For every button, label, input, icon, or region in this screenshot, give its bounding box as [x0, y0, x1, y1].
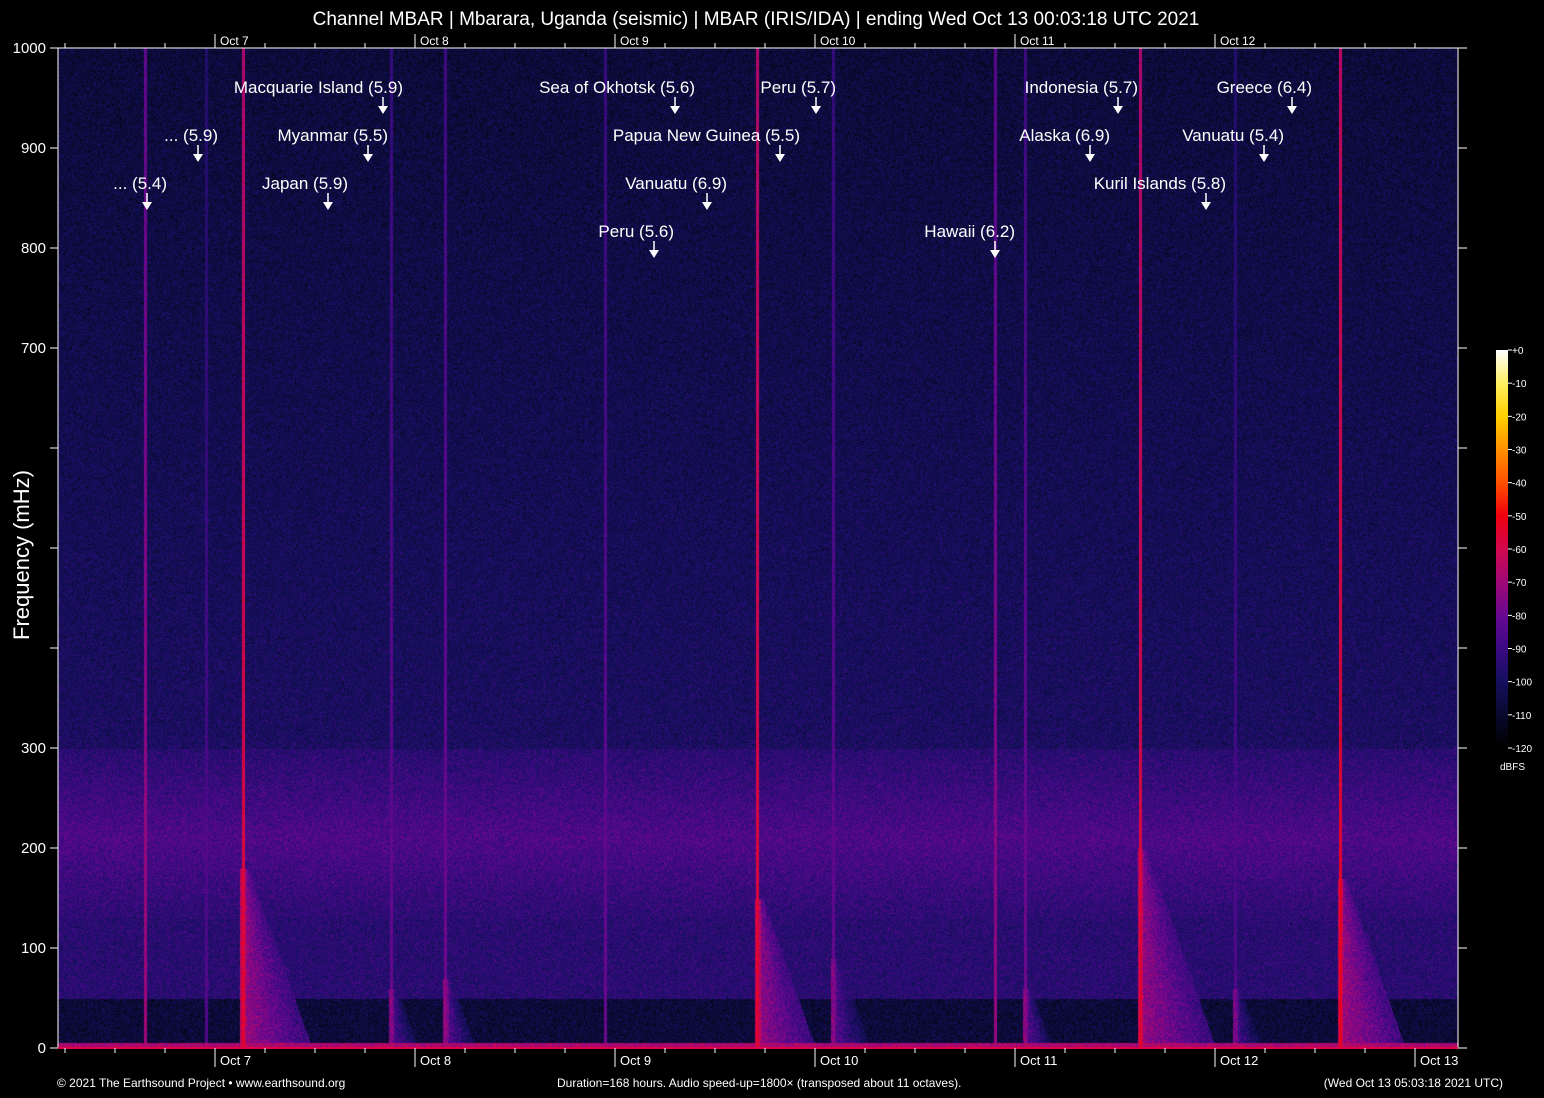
colorbar-label: +0: [1512, 346, 1524, 357]
event-arrow-icon: [1287, 106, 1297, 114]
x-top-tick-label: Oct 10: [820, 34, 856, 48]
x-top-tick-label: Oct 11: [1020, 34, 1055, 48]
event-arrow-icon: [1201, 202, 1211, 210]
colorbar-label: -70: [1512, 578, 1527, 589]
event-label: Alaska (6.9): [1019, 126, 1110, 145]
y-tick-label: 300: [21, 740, 46, 757]
y-tick-label: 200: [21, 840, 46, 857]
y-tick-label: 100: [21, 940, 46, 957]
event-label: Macquarie Island (5.9): [234, 78, 403, 97]
event-arrow-icon: [363, 154, 373, 162]
event-arrow-icon: [811, 106, 821, 114]
footer-timestamp: (Wed Oct 13 05:03:18 2021 UTC): [1323, 1076, 1503, 1090]
event-arrow-icon: [193, 154, 203, 162]
footer-duration: Duration=168 hours. Audio speed-up=1800×…: [557, 1076, 962, 1090]
event-label: Japan (5.9): [262, 174, 348, 193]
event-arrow-icon: [1113, 106, 1123, 114]
x-top-tick-label: Oct 8: [420, 34, 449, 48]
event-arrow-icon: [378, 106, 388, 114]
colorbar-label: -80: [1512, 611, 1527, 622]
x-tick-label: Oct 10: [820, 1053, 858, 1068]
chart-axes: 0 100 200 300 700 800 900 1000 Oct 7 Oct 8 Oct 9 Oc…: [13, 34, 1532, 1068]
x-tick-label: Oct 9: [620, 1053, 651, 1068]
x-tick-label: Oct 7: [220, 1053, 251, 1068]
event-label: Kuril Islands (5.8): [1094, 174, 1226, 193]
event-label: Myanmar (5.5): [277, 126, 388, 145]
colorbar-label: -30: [1512, 446, 1527, 457]
x-tick-label: Oct 12: [1220, 1053, 1258, 1068]
event-arrow-icon: [670, 106, 680, 114]
event-arrow-icon: [142, 202, 152, 210]
x-top-tick-label: Oct 12: [1220, 34, 1256, 48]
event-label: Peru (5.6): [598, 222, 674, 241]
event-label: Indonesia (5.7): [1025, 78, 1138, 97]
x-tick-label: Oct 8: [420, 1053, 451, 1068]
y-tick-label: 0: [38, 1040, 46, 1057]
colorbar-label: -110: [1512, 711, 1532, 722]
colorbar-label: -90: [1512, 645, 1527, 656]
colorbar: [1496, 350, 1508, 748]
y-axis-label: Frequency (mHz): [9, 470, 34, 640]
x-tick-label: Oct 11: [1020, 1053, 1057, 1068]
x-top-tick-label: Oct 7: [220, 34, 249, 48]
colorbar-label: -20: [1512, 412, 1527, 423]
event-arrow-icon: [1259, 154, 1269, 162]
event-label: Greece (6.4): [1217, 78, 1312, 97]
event-label: ... (5.9): [164, 126, 218, 145]
event-arrow-icon: [775, 154, 785, 162]
footer-copyright: © 2021 The Earthsound Project • www.eart…: [57, 1076, 346, 1090]
y-tick-label: 700: [21, 340, 46, 357]
colorbar-label: -100: [1512, 678, 1532, 689]
event-arrow-icon: [1085, 154, 1095, 162]
event-arrow-icon: [649, 250, 659, 258]
colorbar-label: -50: [1512, 512, 1527, 523]
colorbar-label: -60: [1512, 545, 1527, 556]
x-top-tick-label: Oct 9: [620, 34, 649, 48]
event-arrow-icon: [990, 250, 1000, 258]
y-tick-label: 900: [21, 140, 46, 157]
event-label: ... (5.4): [113, 174, 167, 193]
event-label: Vanuatu (5.4): [1182, 126, 1284, 145]
colorbar-label: -40: [1512, 479, 1527, 490]
y-tick-label: 800: [21, 240, 46, 257]
event-arrow-icon: [323, 202, 333, 210]
x-tick-label: Oct 13: [1420, 1053, 1458, 1068]
event-label: Sea of Okhotsk (5.6): [539, 78, 695, 97]
event-label: Peru (5.7): [760, 78, 836, 97]
event-label: Hawaii (6.2): [924, 222, 1015, 241]
event-label: Papua New Guinea (5.5): [613, 126, 800, 145]
y-tick-label: 1000: [13, 40, 46, 57]
event-arrow-icon: [702, 202, 712, 210]
plot-frame: [57, 47, 1459, 1049]
colorbar-label: -120: [1512, 744, 1532, 755]
event-label: Vanuatu (6.9): [625, 174, 727, 193]
colorbar-unit: dBFS: [1500, 762, 1526, 773]
colorbar-label: -10: [1512, 379, 1527, 390]
